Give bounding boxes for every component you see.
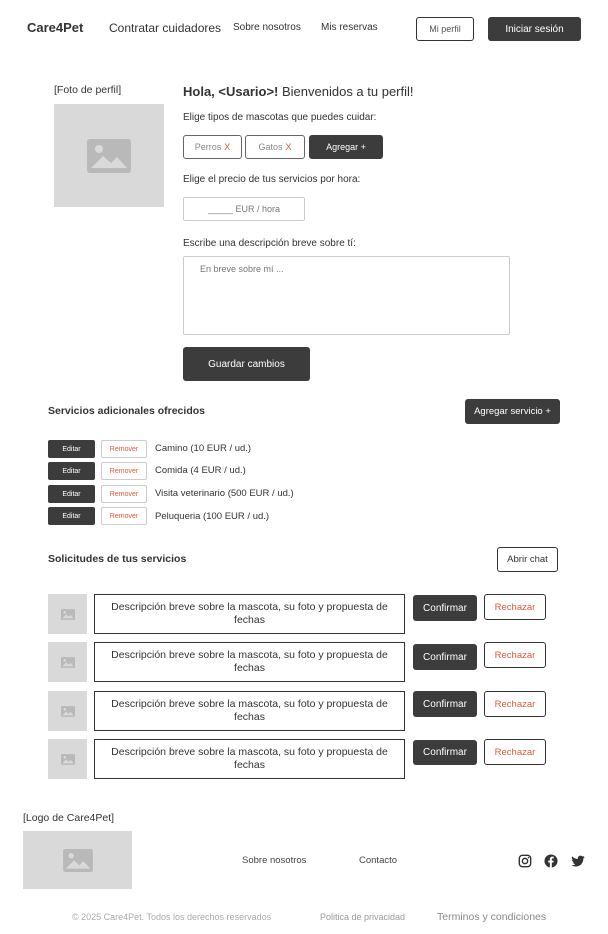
footer-copyright: © 2025 Care4Pet. Todos los derechos rese… (72, 912, 272, 922)
confirm-request-button[interactable]: Confirmar (413, 595, 477, 621)
service-item: Visita veterinario (500 EUR / ud.) (155, 488, 294, 499)
image-icon (60, 608, 75, 620)
request-description: Descripción breve sobre la mascota, su f… (94, 691, 405, 731)
image-icon (60, 753, 75, 765)
profile-photo[interactable] (54, 104, 164, 207)
remove-service-button[interactable]: Remover (101, 507, 147, 525)
remove-chip-icon[interactable]: X (224, 142, 230, 152)
image-icon (60, 705, 75, 717)
footer-privacy-link[interactable]: Politica de privacidad (320, 912, 405, 922)
pet-type-chip-perros: Perros X (183, 135, 242, 159)
remove-service-button[interactable]: Remover (101, 462, 147, 480)
chip-label: Gatos (258, 142, 283, 152)
request-description: Descripción breve sobre la mascota, su f… (94, 594, 405, 634)
nav-sobre-nosotros[interactable]: Sobre nosotros (233, 22, 301, 33)
profile-greeting: Hola, <Usario>! Bienvenidos a tu perfil! (183, 84, 414, 99)
add-service-button[interactable]: Agregar servicio + (465, 399, 560, 424)
pet-types-label: Elige tipos de mascotas que puedes cuida… (183, 112, 377, 123)
footer-logo[interactable] (23, 831, 132, 889)
image-icon (62, 848, 93, 872)
confirm-request-button[interactable]: Confirmar (413, 644, 477, 670)
description-label: Escribe una descripción breve sobre tí: (183, 238, 356, 249)
nav-contratar-cuidadores[interactable]: Contratar cuidadores (109, 21, 221, 35)
service-item: Comida (4 EUR / ud.) (155, 465, 246, 476)
requests-title: Solicitudes de tus servicios (48, 553, 187, 565)
pet-photo (48, 739, 87, 779)
request-description: Descripción breve sobre la mascota, su f… (94, 642, 405, 682)
reject-request-button[interactable]: Rechazar (484, 642, 546, 668)
edit-service-button[interactable]: Editar (48, 485, 95, 503)
price-input[interactable]: _____ EUR / hora (183, 197, 305, 221)
footer-link-sobre-nosotros[interactable]: Sobre nosotros (242, 855, 306, 866)
my-profile-button[interactable]: Mi perfil (416, 17, 474, 41)
pet-photo (48, 642, 87, 682)
add-pet-type-button[interactable]: Agregar + (309, 135, 383, 159)
edit-service-button[interactable]: Editar (48, 507, 95, 525)
save-changes-button[interactable]: Guardar cambios (183, 347, 310, 381)
footer-logo-label: [Logo de Care4Pet] (23, 812, 115, 824)
facebook-icon[interactable] (544, 854, 558, 868)
instagram-icon[interactable] (518, 854, 532, 868)
chip-label: Perros (194, 142, 222, 152)
remove-service-button[interactable]: Remover (101, 440, 147, 458)
services-title: Servicios adicionales ofrecidos (48, 405, 205, 417)
open-chat-button[interactable]: Abrir chat (497, 547, 558, 572)
remove-chip-icon[interactable]: X (286, 142, 292, 152)
nav-mis-reservas[interactable]: Mis reservas (321, 22, 378, 33)
remove-service-button[interactable]: Remover (101, 485, 147, 503)
request-description: Descripción breve sobre la mascota, su f… (94, 739, 405, 779)
edit-service-button[interactable]: Editar (48, 462, 95, 480)
greeting-welcome: Bienvenidos a tu perfil! (278, 84, 414, 99)
image-icon (60, 656, 75, 668)
login-button[interactable]: Iniciar sesión (488, 17, 581, 41)
reject-request-button[interactable]: Rechazar (484, 594, 546, 620)
greeting-username: Hola, <Usario>! (183, 84, 279, 99)
reject-request-button[interactable]: Rechazar (484, 691, 546, 717)
edit-service-button[interactable]: Editar (48, 440, 95, 458)
pet-photo (48, 594, 87, 634)
service-item: Camino (10 EUR / ud.) (155, 443, 252, 454)
profile-photo-label: [Foto de perfil] (54, 84, 122, 96)
footer-link-contacto[interactable]: Contacto (359, 855, 397, 866)
price-label: Elige el precio de tus servicios por hor… (183, 174, 361, 185)
brand-logo-text[interactable]: Care4Pet (27, 20, 83, 35)
confirm-request-button[interactable]: Confirmar (413, 691, 477, 717)
pet-type-chip-gatos: Gatos X (245, 135, 305, 159)
confirm-request-button[interactable]: Confirmar (413, 740, 477, 765)
description-textarea[interactable]: En breve sobre mí ... (183, 256, 510, 335)
service-item: Peluqueria (100 EUR / ud.) (155, 511, 270, 522)
image-icon (87, 138, 131, 173)
twitter-icon[interactable] (571, 854, 585, 868)
reject-request-button[interactable]: Rechazar (484, 739, 546, 765)
footer-terms-link[interactable]: Terminos y condiciones (437, 911, 546, 923)
pet-photo (48, 691, 87, 731)
